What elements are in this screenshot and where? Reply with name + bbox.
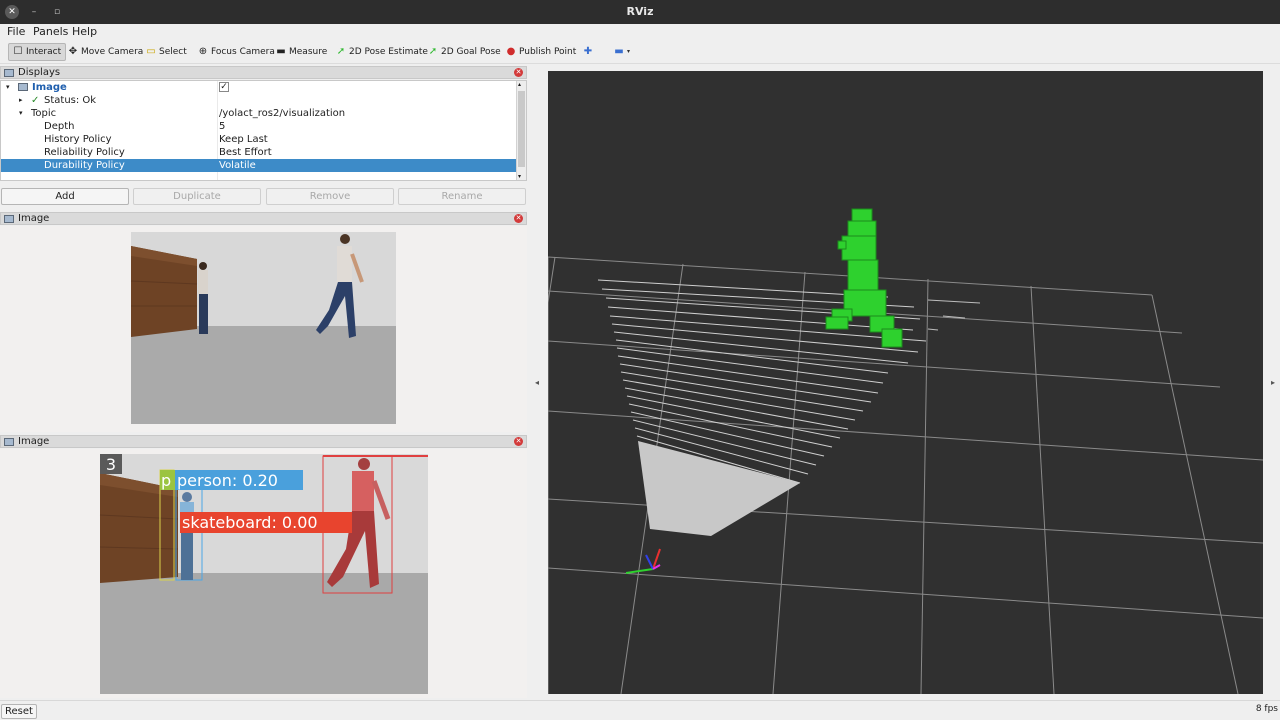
- pose-estimate-tool-button[interactable]: ➚ 2D Pose Estimate: [336, 43, 428, 61]
- label-p: p: [161, 471, 171, 490]
- move-camera-icon: ✥: [68, 46, 78, 57]
- tree-row-history-policy[interactable]: History Policy Keep Last: [1, 133, 517, 146]
- collapsed-arrow-icon[interactable]: ▸: [19, 94, 23, 107]
- image-panel-1-title: Image: [18, 213, 50, 224]
- enable-checkbox[interactable]: ✓: [219, 82, 229, 92]
- select-tool-button[interactable]: ▭ Select: [146, 43, 187, 61]
- goal-pose-tool-button[interactable]: ➚ 2D Goal Pose: [428, 43, 501, 61]
- fps-readout: 8 fps: [1255, 704, 1278, 714]
- menu-bar: File Panels Help: [0, 24, 1280, 40]
- menu-panels[interactable]: Panels: [33, 25, 68, 38]
- frame-counter: 3: [106, 455, 116, 474]
- expand-arrow-icon[interactable]: ▾: [19, 107, 23, 120]
- remove-tool-button[interactable]: ▬ ▾: [614, 43, 630, 61]
- reset-button[interactable]: Reset: [1, 704, 37, 719]
- collapse-right-icon[interactable]: ▸: [1271, 378, 1275, 387]
- focus-camera-tool-button[interactable]: ⊕ Focus Camera: [198, 43, 275, 61]
- displays-tree: ▾ Image ✓ ▸ ✓ Status: Ok ▾ Topic /yolact…: [0, 80, 527, 181]
- title-bar: ✕ – ▫ RViz: [0, 0, 1280, 24]
- image-panel-2-area: 3 p person: 0.20 skateboard: 0.00: [0, 449, 527, 698]
- tree-row-status[interactable]: ▸ ✓ Status: Ok: [1, 94, 517, 107]
- focus-camera-icon: ⊕: [198, 46, 208, 57]
- close-icon[interactable]: ✕: [514, 68, 523, 77]
- select-icon: ▭: [146, 46, 156, 57]
- interact-tool-button[interactable]: ☐ Interact: [8, 43, 67, 61]
- plus-icon: ✚: [583, 46, 593, 57]
- tree-row-durability-policy[interactable]: Durability Policy Volatile: [1, 159, 517, 172]
- robot-axes: [625, 548, 661, 574]
- menu-help[interactable]: Help: [72, 25, 97, 38]
- ruler-icon: ▬: [276, 46, 286, 57]
- scroll-down-icon[interactable]: ▾: [518, 173, 521, 180]
- displays-title: Displays: [18, 67, 61, 78]
- image-panel-icon: [4, 215, 14, 223]
- displays-panel-header: Displays ✕: [0, 66, 527, 79]
- camera-image-raw: [130, 232, 396, 424]
- tree-scrollbar[interactable]: ▴ ▾: [516, 81, 526, 180]
- add-button[interactable]: Add: [1, 188, 129, 205]
- tree-row-image[interactable]: ▾ Image ✓: [1, 81, 517, 94]
- image-panel-2-title: Image: [18, 436, 50, 447]
- status-bar: Reset 8 fps: [0, 700, 1280, 720]
- image-display-icon: [18, 83, 28, 91]
- tool-bar: ☐ Interact ✥ Move Camera ▭ Select ⊕ Focus Ca…: [0, 40, 1280, 64]
- rename-button[interactable]: Rename: [398, 188, 526, 205]
- duplicate-button[interactable]: Duplicate: [133, 188, 261, 205]
- remove-button[interactable]: Remove: [266, 188, 394, 205]
- close-icon[interactable]: ✕: [514, 214, 523, 223]
- minus-icon: ▬: [614, 46, 624, 57]
- dropdown-caret-icon[interactable]: ▾: [627, 43, 630, 61]
- tree-row-topic[interactable]: ▾ Topic /yolact_ros2/visualization: [1, 107, 517, 120]
- image-panel-icon: [4, 438, 14, 446]
- close-icon[interactable]: ✕: [514, 437, 523, 446]
- map-pin-icon: ●: [506, 46, 516, 57]
- check-icon: ✓: [31, 95, 40, 106]
- collapse-left-icon[interactable]: ◂: [535, 378, 539, 387]
- move-camera-tool-button[interactable]: ✥ Move Camera: [68, 43, 144, 61]
- scene-canvas[interactable]: [487, 71, 1264, 695]
- label-person: person: 0.20: [177, 471, 278, 490]
- expand-arrow-icon[interactable]: ▾: [6, 81, 10, 94]
- image-panel-2-header: Image ✕: [0, 435, 527, 448]
- tree-row-reliability-policy[interactable]: Reliability Policy Best Effort: [1, 146, 517, 159]
- pose-arrow-icon: ➚: [336, 46, 346, 57]
- tree-row-depth[interactable]: Depth 5: [1, 120, 517, 133]
- yolact-visualization-image: 3 p person: 0.20 skateboard: 0.00: [99, 454, 428, 694]
- publish-point-tool-button[interactable]: ● Publish Point: [506, 43, 577, 61]
- add-tool-button[interactable]: ✚: [583, 43, 593, 61]
- image-panel-1-area: [0, 226, 527, 432]
- image-panel-1-header: Image ✕: [0, 212, 527, 225]
- window-title: RViz: [626, 5, 654, 18]
- scroll-up-icon[interactable]: ▴: [518, 81, 521, 88]
- label-skateboard: skateboard: 0.00: [182, 513, 318, 532]
- measure-tool-button[interactable]: ▬ Measure: [276, 43, 327, 61]
- menu-file[interactable]: File: [7, 25, 25, 38]
- monitor-icon: [4, 69, 14, 77]
- render-3d-view[interactable]: [487, 71, 1264, 695]
- hand-icon: ☐: [13, 46, 23, 57]
- goal-arrow-icon: ➚: [428, 46, 438, 57]
- scrollbar-thumb[interactable]: [518, 91, 525, 167]
